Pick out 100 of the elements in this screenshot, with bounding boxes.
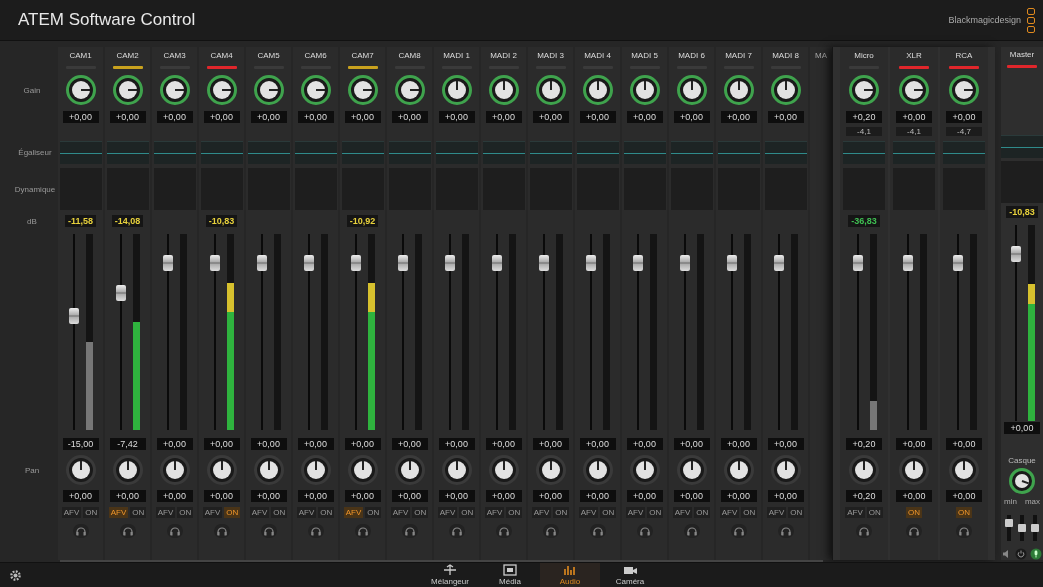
equalizer-graph[interactable]: [294, 140, 337, 164]
afv-button[interactable]: AFV: [108, 506, 129, 518]
fader-handle[interactable]: [445, 255, 455, 272]
knob[interactable]: [394, 455, 425, 485]
on-button[interactable]: ON: [224, 506, 241, 518]
knob[interactable]: [65, 455, 96, 485]
equalizer-graph[interactable]: [153, 140, 196, 164]
fader-handle[interactable]: [351, 255, 361, 272]
fader-handle[interactable]: [304, 255, 314, 272]
knob[interactable]: [206, 455, 237, 485]
headphones-button[interactable]: [354, 524, 371, 538]
knob[interactable]: [676, 75, 707, 105]
knob[interactable]: [112, 455, 143, 485]
headphones-button[interactable]: [307, 524, 324, 538]
equalizer-graph[interactable]: [59, 140, 102, 164]
headphones-button[interactable]: [589, 524, 606, 538]
headphones-button[interactable]: [166, 524, 183, 538]
knob[interactable]: [300, 455, 331, 485]
knob[interactable]: [535, 455, 566, 485]
equalizer-graph[interactable]: [1001, 135, 1043, 159]
afv-button[interactable]: AFV: [625, 506, 646, 518]
afv-button[interactable]: AFV: [390, 506, 411, 518]
headphones-button[interactable]: [213, 524, 230, 538]
fader-handle[interactable]: [902, 255, 913, 272]
headphones-button[interactable]: [856, 524, 872, 538]
knob[interactable]: [65, 75, 96, 105]
knob[interactable]: [582, 455, 613, 485]
headphones-button[interactable]: [495, 524, 512, 538]
equalizer-graph[interactable]: [623, 140, 666, 164]
headphones-button[interactable]: [636, 524, 653, 538]
knob[interactable]: [347, 75, 378, 105]
headphones-button[interactable]: [401, 524, 418, 538]
fader-handle[interactable]: [163, 255, 173, 272]
knob[interactable]: [723, 455, 754, 485]
afv-button[interactable]: AFV: [766, 506, 787, 518]
afv-button[interactable]: AFV: [719, 506, 740, 518]
nav-tab[interactable]: Audio: [540, 563, 600, 587]
afv-button[interactable]: AFV: [61, 506, 82, 518]
headphones-button[interactable]: [730, 524, 747, 538]
equalizer-graph[interactable]: [482, 140, 525, 164]
fader-handle[interactable]: [492, 255, 502, 272]
knob[interactable]: [488, 75, 519, 105]
knob[interactable]: [347, 455, 378, 485]
equalizer-graph[interactable]: [843, 140, 885, 164]
knob[interactable]: [441, 75, 472, 105]
knob[interactable]: [949, 75, 979, 105]
power-icon[interactable]: [1015, 548, 1027, 560]
knob[interactable]: [1009, 468, 1035, 494]
equalizer-graph[interactable]: [388, 140, 431, 164]
knob[interactable]: [206, 75, 237, 105]
knob[interactable]: [394, 75, 425, 105]
fader-handle[interactable]: [1010, 246, 1021, 263]
nav-tab[interactable]: Caméra: [600, 563, 660, 587]
equalizer-graph[interactable]: [529, 140, 572, 164]
fader-handle[interactable]: [539, 255, 549, 272]
headphones-button[interactable]: [683, 524, 700, 538]
knob[interactable]: [770, 455, 801, 485]
fader-handle[interactable]: [680, 255, 690, 272]
afv-button[interactable]: AFV: [202, 506, 223, 518]
headphones-button[interactable]: [119, 524, 136, 538]
afv-button[interactable]: AFV: [249, 506, 270, 518]
afv-button[interactable]: AFV: [531, 506, 552, 518]
on-button[interactable]: ON: [866, 506, 883, 518]
fader-handle[interactable]: [116, 284, 126, 301]
on-button[interactable]: ON: [956, 506, 972, 518]
equalizer-graph[interactable]: [893, 140, 935, 164]
fader-handle[interactable]: [69, 308, 79, 325]
fader-handle[interactable]: [633, 255, 643, 272]
equalizer-graph[interactable]: [764, 140, 807, 164]
on-button[interactable]: ON: [906, 506, 922, 518]
mini-fader-handle[interactable]: [1005, 518, 1013, 527]
knob[interactable]: [253, 455, 284, 485]
on-button[interactable]: ON: [459, 506, 476, 518]
settings-icon[interactable]: [10, 569, 21, 581]
equalizer-graph[interactable]: [576, 140, 619, 164]
afv-button[interactable]: AFV: [484, 506, 505, 518]
fader-handle[interactable]: [952, 255, 963, 272]
headphones-button[interactable]: [542, 524, 559, 538]
afv-button[interactable]: AFV: [578, 506, 599, 518]
on-button[interactable]: ON: [271, 506, 288, 518]
fader-handle[interactable]: [774, 255, 784, 272]
on-button[interactable]: ON: [788, 506, 805, 518]
knob[interactable]: [159, 455, 190, 485]
afv-button[interactable]: AFV: [343, 506, 364, 518]
knob[interactable]: [849, 75, 879, 105]
on-button[interactable]: ON: [600, 506, 617, 518]
equalizer-graph[interactable]: [247, 140, 290, 164]
on-button[interactable]: ON: [130, 506, 147, 518]
on-button[interactable]: ON: [365, 506, 382, 518]
equalizer-graph[interactable]: [717, 140, 760, 164]
headphones-button[interactable]: [777, 524, 794, 538]
knob[interactable]: [441, 455, 472, 485]
knob[interactable]: [629, 75, 660, 105]
equalizer-graph[interactable]: [200, 140, 243, 164]
knob[interactable]: [582, 75, 613, 105]
afv-button[interactable]: AFV: [672, 506, 693, 518]
equalizer-graph[interactable]: [670, 140, 713, 164]
equalizer-graph[interactable]: [106, 140, 149, 164]
fader-handle[interactable]: [586, 255, 596, 272]
on-button[interactable]: ON: [412, 506, 429, 518]
